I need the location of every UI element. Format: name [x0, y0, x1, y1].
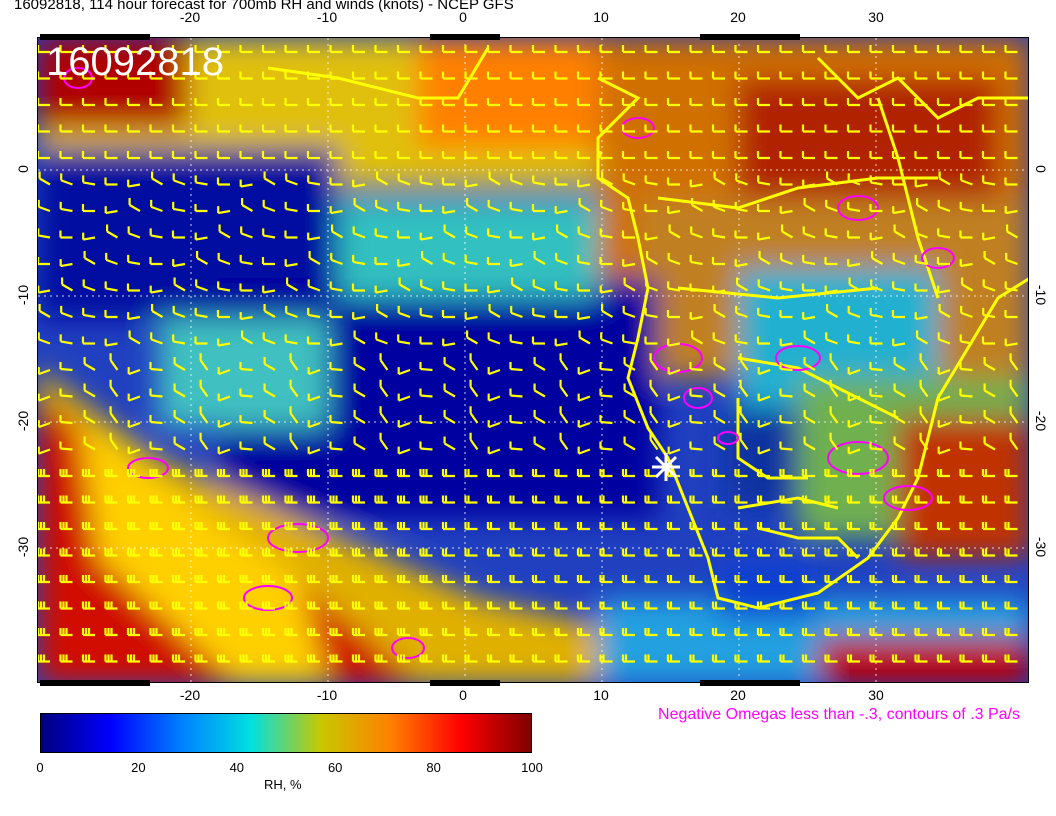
lat-tick-right--10: -10	[1033, 285, 1049, 305]
lon-tick-bottom--10: -10	[317, 687, 337, 703]
colorbar-tick-40: 40	[229, 760, 245, 775]
colorbar-ticks: 0 20 40 60 80 100	[36, 760, 542, 778]
lon-tick-top--20: -20	[180, 9, 200, 25]
lon-tick-bottom-30: 30	[868, 687, 884, 703]
lon-tick-top-20: 20	[730, 9, 746, 25]
lat-tick-right--20: -20	[1033, 411, 1049, 431]
rh-colorbar	[40, 713, 532, 753]
lat-tick-left-0: 0	[15, 165, 31, 173]
lon-tick-top-30: 30	[868, 9, 884, 25]
lat-tick-left--30: -30	[15, 537, 31, 557]
lon-tick-bottom-0: 0	[459, 687, 467, 703]
colorbar-tick-60: 60	[327, 760, 343, 775]
lat-tick-left--20: -20	[15, 411, 31, 431]
map-axes: -20 -20 -10 -10 0 0 10 10 20 20 30 30 0 0 -10 -10 -20 -20…	[15, 9, 1049, 703]
lon-tick-top-0: 0	[459, 9, 467, 25]
lon-tick-top--10: -10	[317, 9, 337, 25]
colorbar-tick-100: 100	[521, 760, 543, 775]
lon-tick-bottom-10: 10	[593, 687, 609, 703]
lat-tick-right--30: -30	[1033, 537, 1049, 557]
lat-tick-right-0: 0	[1033, 165, 1049, 173]
colorbar-label: RH, %	[264, 777, 302, 792]
lon-tick-bottom-20: 20	[730, 687, 746, 703]
lon-tick-top-10: 10	[593, 9, 609, 25]
colorbar-tick-0: 0	[36, 760, 44, 775]
colorbar-tick-20: 20	[131, 760, 146, 775]
omega-note: Negative Omegas less than -.3, contours …	[658, 706, 1020, 723]
lon-tick-bottom--20: -20	[180, 687, 200, 703]
lat-tick-left--10: -10	[15, 285, 31, 305]
colorbar-tick-80: 80	[426, 760, 441, 775]
